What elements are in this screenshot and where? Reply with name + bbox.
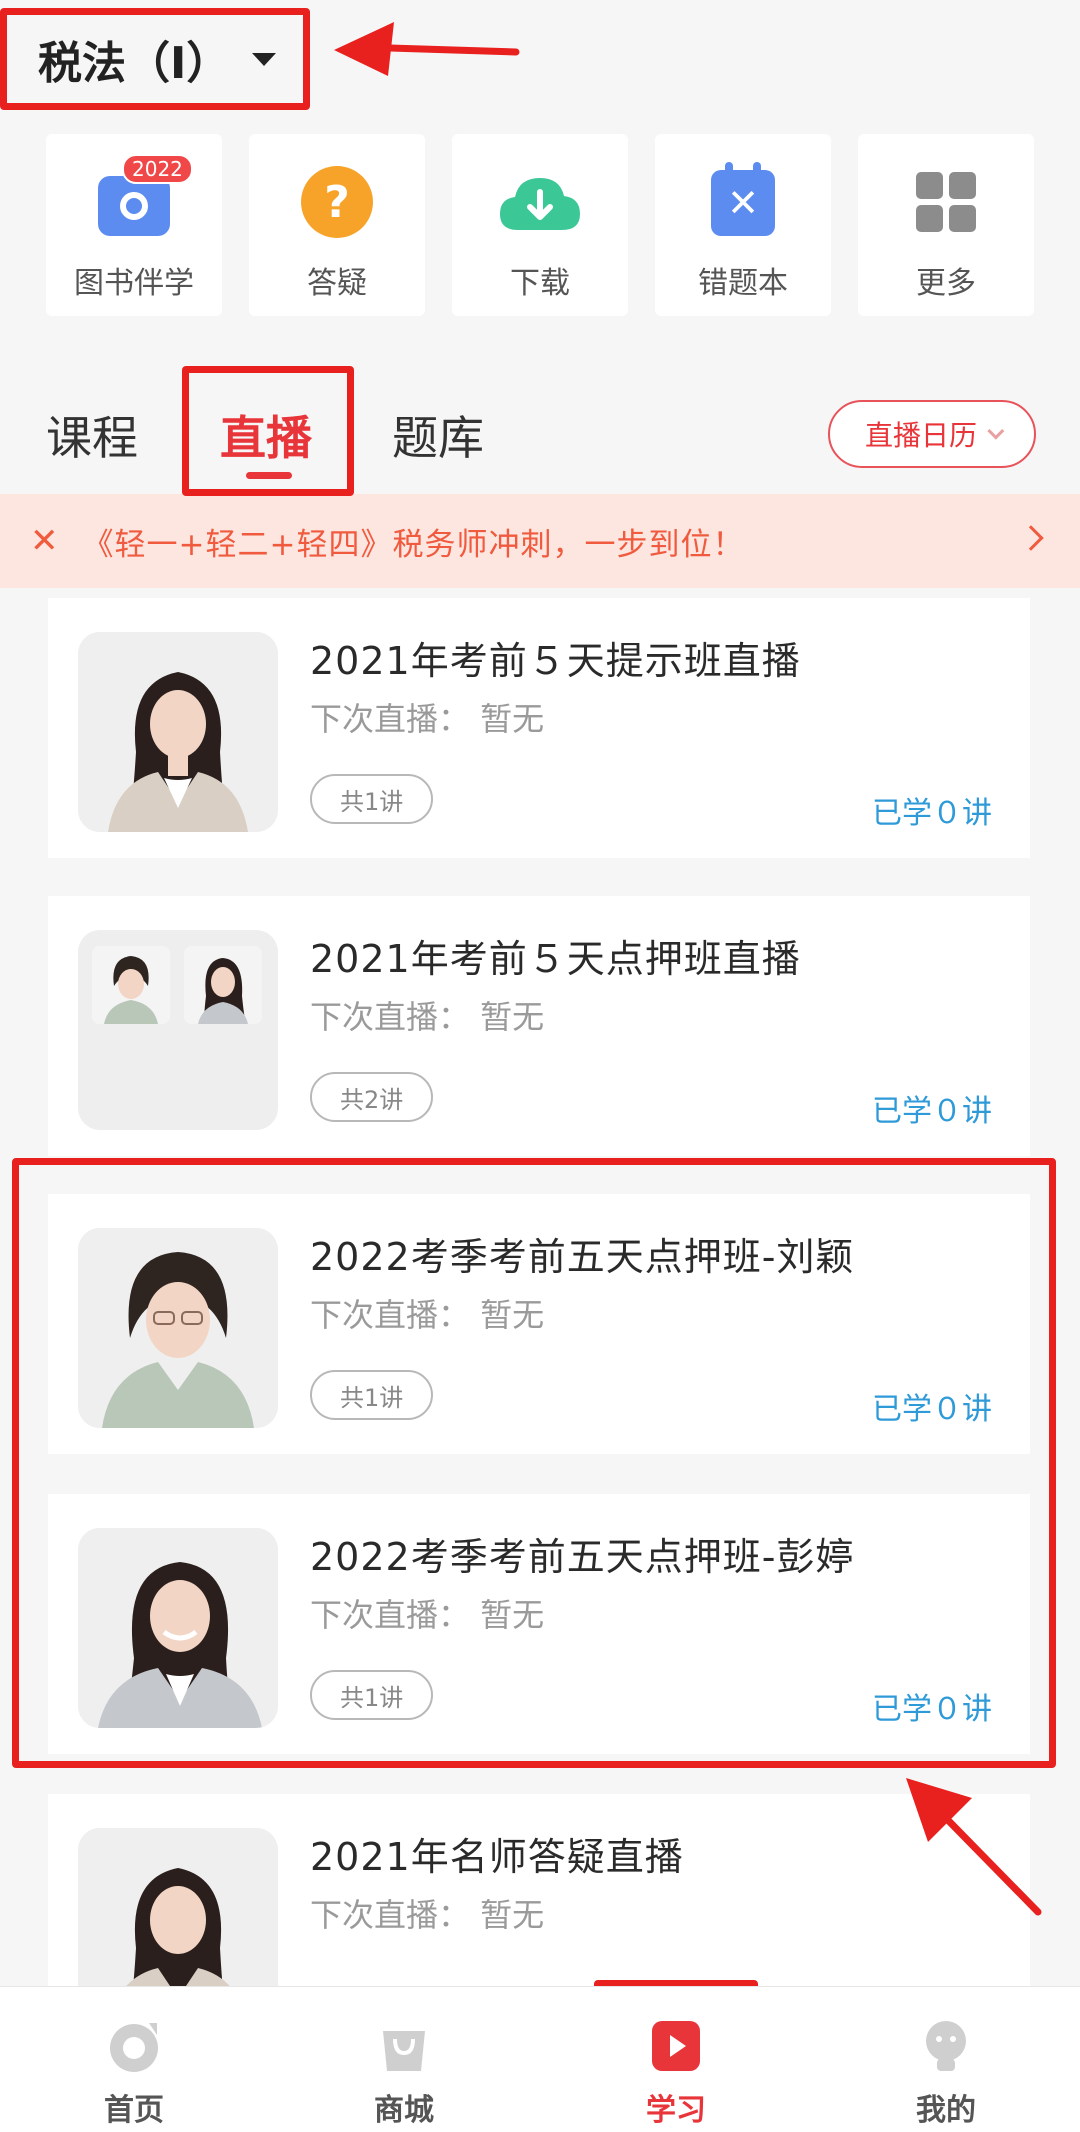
camera-book-icon: 2022 <box>98 154 193 238</box>
course-card[interactable]: 2021年考前５天点押班直播 下次直播： 暂无 共2讲 已学０讲 <box>48 896 1030 1156</box>
bottom-nav: 首页 商城 学习 我的 <box>0 1986 1080 2132</box>
year-badge: 2022 <box>122 154 193 184</box>
tool-label: 错题本 <box>698 266 788 301</box>
download-cloud-icon <box>500 166 580 238</box>
chevron-down-icon <box>987 422 1005 440</box>
teacher-photo <box>184 946 262 1024</box>
nav-label: 我的 <box>916 2093 976 2128</box>
nav-label: 学习 <box>646 2093 706 2128</box>
progress-text: 已学０讲 <box>872 1094 992 1129</box>
teacher-photo <box>92 946 170 1024</box>
teacher-photo <box>78 632 278 832</box>
annotation-box-courses <box>12 1158 1056 1768</box>
nav-profile[interactable]: 我的 <box>846 1987 1046 2132</box>
grid-more-icon <box>910 166 982 238</box>
tool-more[interactable]: 更多 <box>858 134 1034 316</box>
next-live-text: 下次直播： 暂无 <box>310 998 545 1036</box>
annotation-arrow-icon <box>334 22 520 76</box>
tool-download[interactable]: 下载 <box>452 134 628 316</box>
close-icon[interactable]: ✕ <box>30 521 59 561</box>
profile-icon <box>917 2017 975 2075</box>
calendar-button-label: 直播日历 <box>864 419 977 452</box>
live-calendar-button[interactable]: 直播日历 <box>828 400 1036 468</box>
progress-text: 已学０讲 <box>872 796 992 831</box>
tool-label: 下载 <box>510 266 570 301</box>
tool-book-study[interactable]: 2022 图书伴学 <box>46 134 222 316</box>
annotation-box-live-tab <box>182 366 354 496</box>
nav-shop[interactable]: 商城 <box>304 1987 504 2132</box>
annotation-arrow-icon <box>906 1778 1042 1916</box>
shop-bag-icon <box>375 2017 433 2075</box>
study-play-icon <box>647 2017 705 2075</box>
tool-label: 答疑 <box>307 266 367 301</box>
teacher-photo-group <box>78 930 278 1130</box>
course-title: 2021年名师答疑直播 <box>310 1835 684 1879</box>
quick-tools: 2022 图书伴学 ? 答疑 下载 ✕ 错题本 更多 <box>46 134 1034 316</box>
promo-banner[interactable]: ✕ 《轻一+轻二+轻四》税务师冲刺，一步到位！ <box>0 494 1080 588</box>
nav-label: 商城 <box>374 2093 434 2128</box>
tool-wrong-questions[interactable]: ✕ 错题本 <box>655 134 831 316</box>
course-card[interactable]: 2021年名师答疑直播 下次直播： 暂无 <box>48 1794 1030 2028</box>
course-title: 2021年考前５天点押班直播 <box>310 937 801 981</box>
course-title: 2021年考前５天提示班直播 <box>310 639 801 683</box>
nav-label: 首页 <box>104 2093 164 2128</box>
nav-study[interactable]: 学习 <box>576 1987 776 2132</box>
question-icon: ? <box>301 166 373 238</box>
course-card[interactable]: 2021年考前５天提示班直播 下次直播： 暂无 共1讲 已学０讲 <box>48 598 1030 858</box>
lecture-count-badge: 共2讲 <box>310 1072 434 1122</box>
lecture-count-badge: 共1讲 <box>310 774 434 824</box>
chevron-right-icon <box>1018 525 1044 551</box>
tab-question-bank[interactable]: 题库 <box>392 402 484 468</box>
watermark-text: 六欧跨境 <box>8 2108 97 2132</box>
tool-label: 图书伴学 <box>74 266 194 301</box>
promo-text: 《轻一+轻二+轻四》税务师冲刺，一步到位！ <box>82 526 745 563</box>
next-live-text: 下次直播： 暂无 <box>310 700 545 738</box>
annotation-box-subject <box>0 8 310 110</box>
wrong-questions-icon: ✕ <box>707 162 779 238</box>
tool-label: 更多 <box>916 266 976 301</box>
next-live-text: 下次直播： 暂无 <box>310 1896 545 1934</box>
tool-qa[interactable]: ? 答疑 <box>249 134 425 316</box>
home-icon <box>105 2017 163 2075</box>
tab-courses[interactable]: 课程 <box>46 402 138 468</box>
